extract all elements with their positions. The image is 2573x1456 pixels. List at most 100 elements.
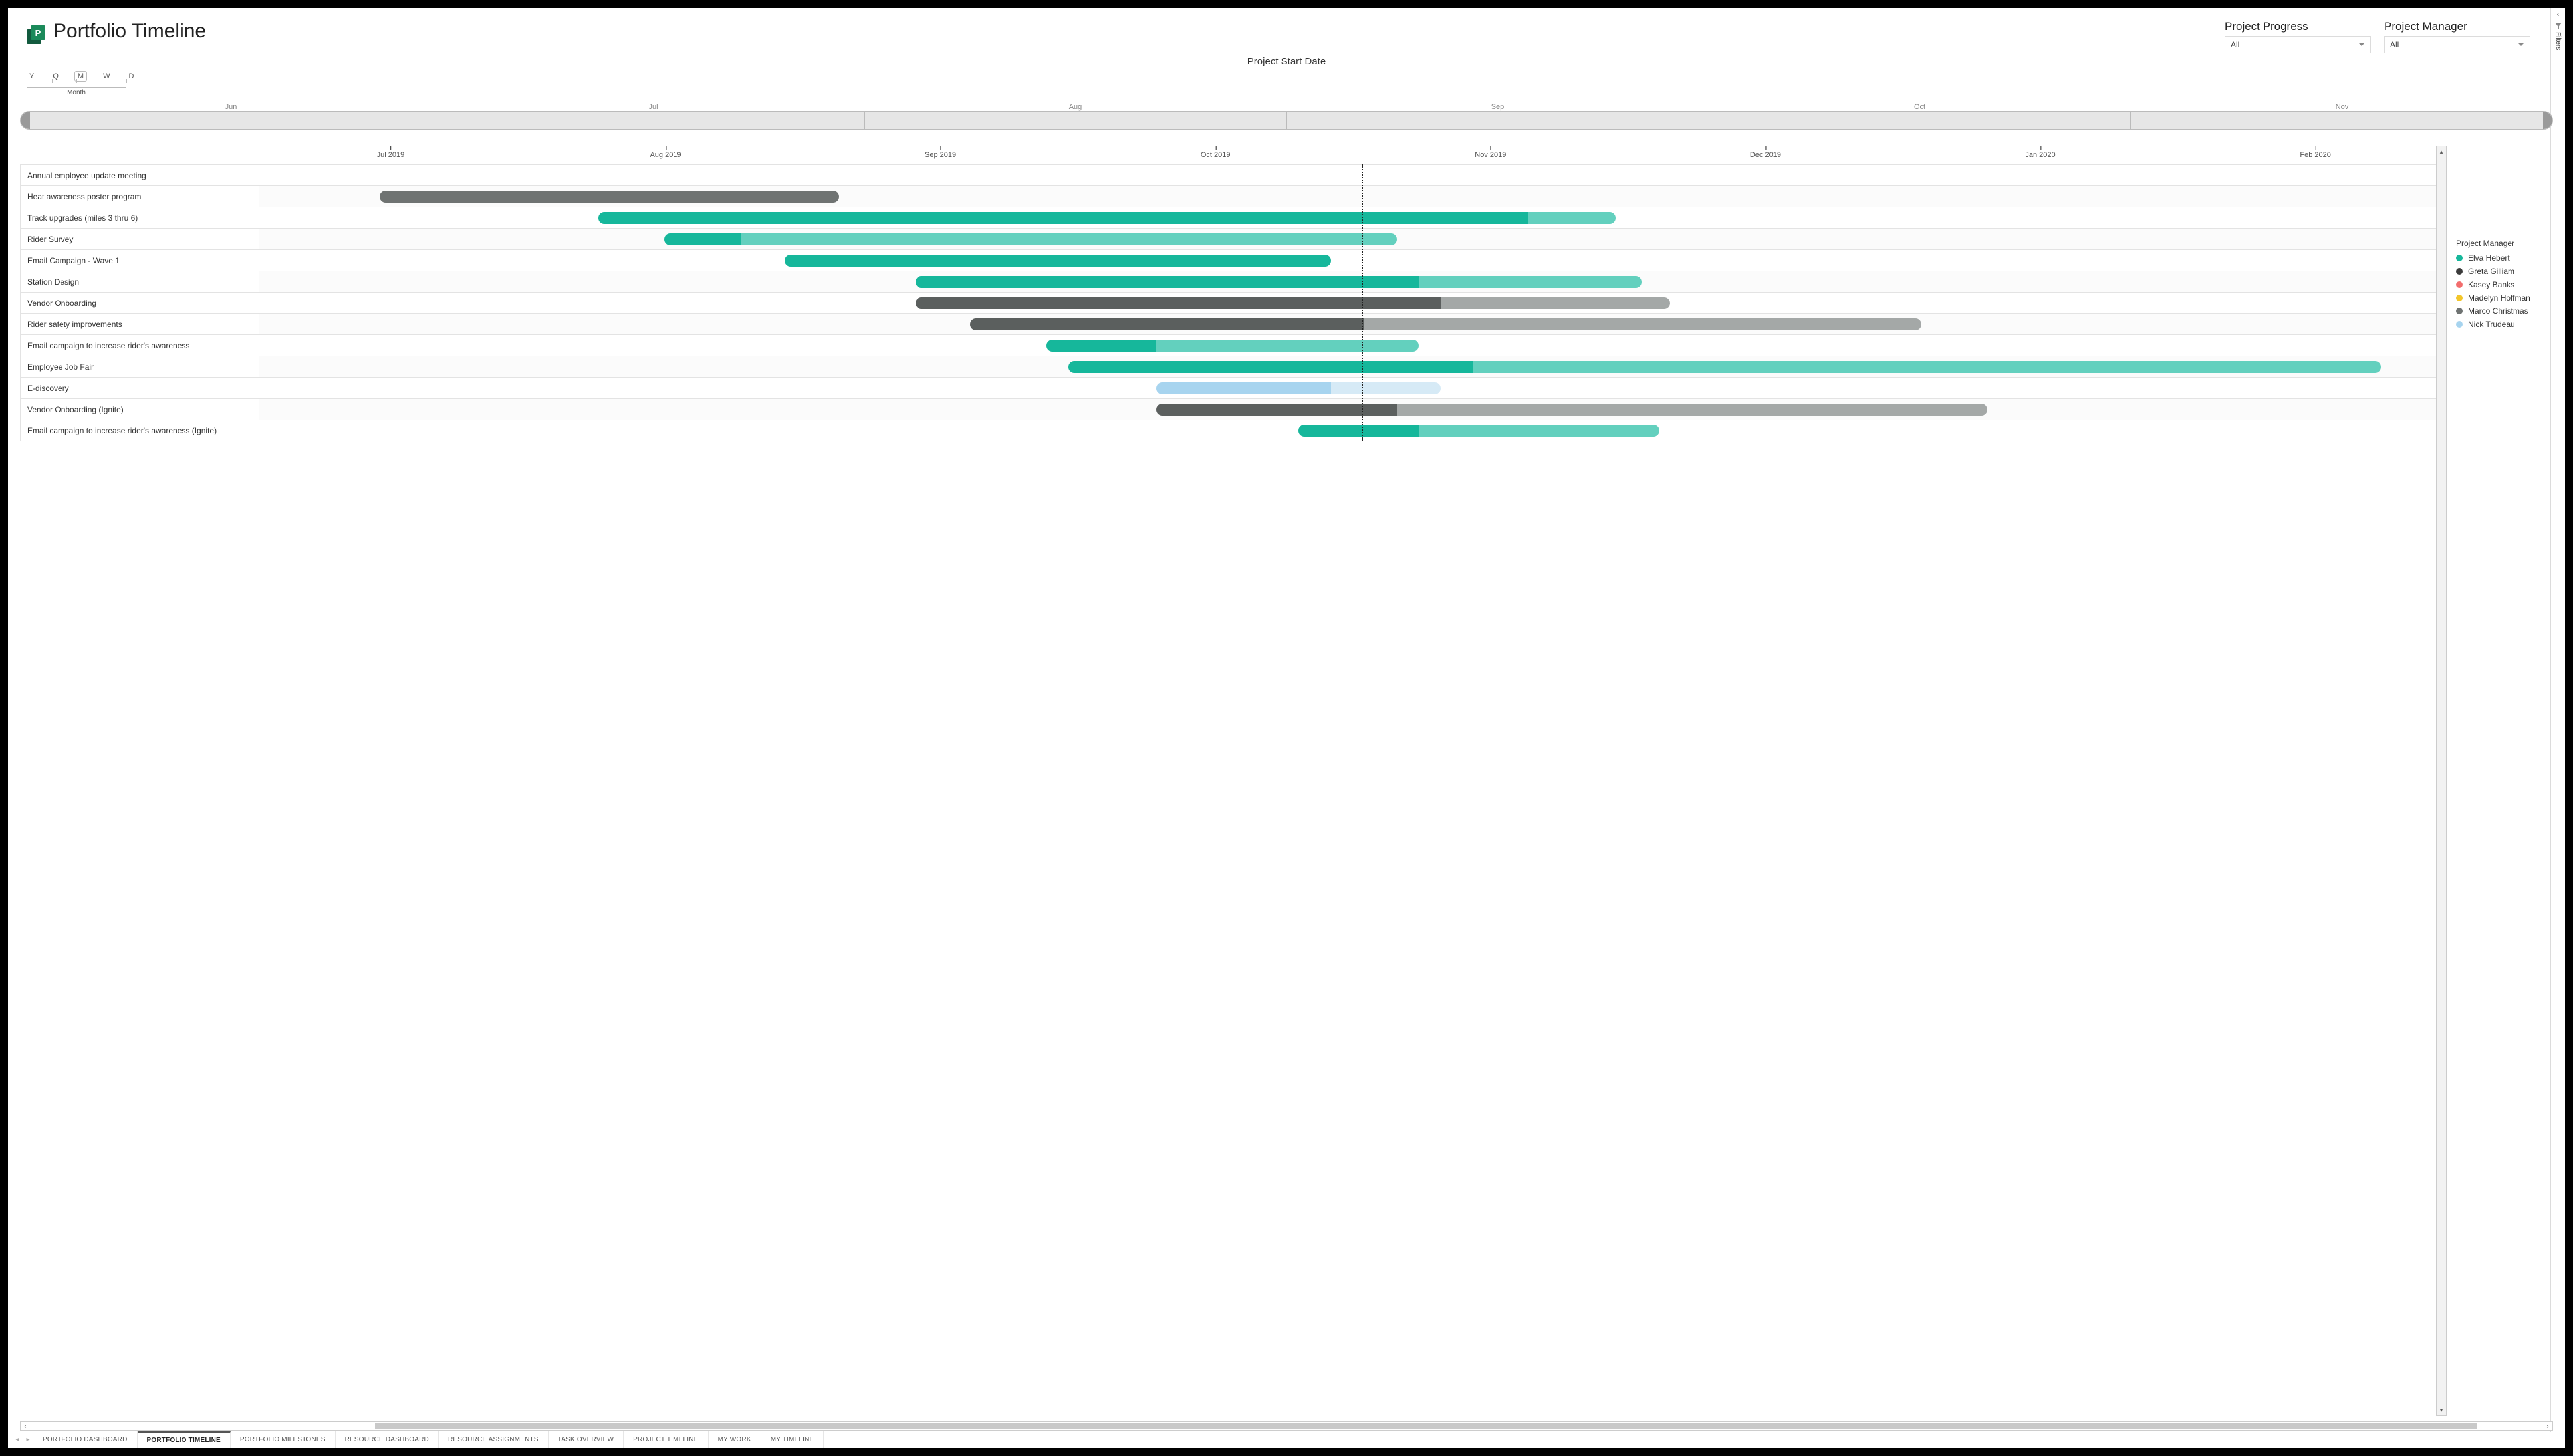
gantt-bar[interactable] bbox=[598, 212, 1616, 224]
page-tab[interactable]: PORTFOLIO TIMELINE bbox=[138, 1431, 231, 1448]
gantt-row-label: Station Design bbox=[21, 271, 259, 292]
overview-timeline[interactable]: JunJulAugSepOctNov bbox=[20, 103, 2553, 130]
scroll-down-icon[interactable]: ▾ bbox=[2437, 1405, 2446, 1415]
legend-item[interactable]: Nick Trudeau bbox=[2456, 320, 2553, 329]
overview-month-label: Jun bbox=[20, 103, 442, 111]
scroll-right-icon[interactable]: › bbox=[2543, 1422, 2552, 1430]
legend-swatch-icon bbox=[2456, 281, 2463, 288]
axis-tick: Nov 2019 bbox=[1475, 146, 1506, 159]
legend-swatch-icon bbox=[2456, 268, 2463, 275]
legend-label: Nick Trudeau bbox=[2468, 320, 2515, 329]
granularity-option-d[interactable]: D bbox=[126, 72, 136, 81]
page-title: Portfolio Timeline bbox=[53, 20, 206, 43]
gantt-bar[interactable] bbox=[970, 318, 1921, 330]
filter-manager-label: Project Manager bbox=[2384, 20, 2530, 33]
axis-tick: Jul 2019 bbox=[377, 146, 405, 159]
overview-month-label: Aug bbox=[864, 103, 1286, 111]
legend-item[interactable]: Kasey Banks bbox=[2456, 280, 2553, 289]
gantt-row-label: Heat awareness poster program bbox=[21, 185, 259, 207]
gantt-bar[interactable] bbox=[785, 255, 1332, 267]
scroll-up-icon[interactable]: ▴ bbox=[2437, 146, 2446, 157]
legend-item[interactable]: Marco Christmas bbox=[2456, 306, 2553, 316]
granularity-option-w[interactable]: W bbox=[100, 72, 112, 81]
vertical-scrollbar[interactable]: ▴ ▾ bbox=[2436, 146, 2447, 1416]
page-tabs: ◂ ▸ PORTFOLIO DASHBOARDPORTFOLIO TIMELIN… bbox=[8, 1431, 2565, 1448]
page-tab[interactable]: TASK OVERVIEW bbox=[549, 1431, 624, 1448]
page-tab[interactable]: RESOURCE ASSIGNMENTS bbox=[439, 1431, 549, 1448]
gantt-row bbox=[259, 249, 2447, 271]
gantt-row-label: Track upgrades (miles 3 thru 6) bbox=[21, 207, 259, 228]
gantt-row bbox=[259, 292, 2447, 313]
gantt-row-label: Email campaign to increase rider's aware… bbox=[21, 334, 259, 356]
scroll-left-icon[interactable]: ‹ bbox=[21, 1422, 30, 1430]
legend-swatch-icon bbox=[2456, 321, 2463, 328]
page-tab[interactable]: MY TIMELINE bbox=[761, 1431, 824, 1448]
axis-tick: Dec 2019 bbox=[1750, 146, 1781, 159]
legend-label: Greta Gilliam bbox=[2468, 267, 2514, 276]
granularity-selector[interactable]: YQMWD Month bbox=[27, 71, 2565, 96]
axis-tick: Oct 2019 bbox=[1201, 146, 1231, 159]
gantt-row bbox=[259, 313, 2447, 334]
gantt-row-label: Annual employee update meeting bbox=[21, 164, 259, 185]
overview-month-label: Nov bbox=[2131, 103, 2553, 111]
today-marker bbox=[1362, 164, 1363, 441]
legend-item[interactable]: Elva Hebert bbox=[2456, 253, 2553, 263]
legend: Project Manager Elva HebertGreta Gilliam… bbox=[2447, 146, 2553, 1416]
page-tab[interactable]: PROJECT TIMELINE bbox=[624, 1431, 708, 1448]
filter-progress-dropdown[interactable]: All bbox=[2225, 36, 2371, 53]
filters-pane-collapsed[interactable]: ‹ Filters bbox=[2550, 8, 2565, 1432]
page-tab[interactable]: MY WORK bbox=[709, 1431, 761, 1448]
gantt-bar[interactable] bbox=[664, 233, 1397, 245]
gantt-row bbox=[259, 377, 2447, 398]
overview-handle-left[interactable] bbox=[21, 112, 30, 129]
gantt-row-label: Rider safety improvements bbox=[21, 313, 259, 334]
gantt-row bbox=[259, 356, 2447, 377]
gantt-row-label: E-discovery bbox=[21, 377, 259, 398]
legend-label: Elva Hebert bbox=[2468, 253, 2510, 263]
gantt-row bbox=[259, 228, 2447, 249]
gantt-row-label: Email Campaign - Wave 1 bbox=[21, 249, 259, 271]
page-tab[interactable]: RESOURCE DASHBOARD bbox=[336, 1431, 439, 1448]
header-filters: Project Progress All Project Manager All bbox=[2225, 20, 2546, 53]
axis-tick: Aug 2019 bbox=[650, 146, 681, 159]
gantt-bar[interactable] bbox=[1298, 425, 1659, 437]
gantt-bar[interactable] bbox=[1156, 382, 1441, 394]
scrollbar-thumb[interactable] bbox=[375, 1423, 2477, 1429]
legend-item[interactable]: Greta Gilliam bbox=[2456, 267, 2553, 276]
overview-month-label: Sep bbox=[1286, 103, 1709, 111]
legend-swatch-icon bbox=[2456, 308, 2463, 314]
gantt-row bbox=[259, 398, 2447, 420]
gantt-chart: Annual employee update meetingHeat aware… bbox=[20, 146, 2553, 1416]
chevron-down-icon bbox=[2518, 41, 2524, 48]
app-logo-icon: P bbox=[27, 25, 45, 44]
gantt-row bbox=[259, 420, 2447, 441]
page-tab[interactable]: PORTFOLIO DASHBOARD bbox=[33, 1431, 138, 1448]
page-tab[interactable]: PORTFOLIO MILESTONES bbox=[231, 1431, 336, 1448]
gantt-plot-area[interactable]: Jul 2019Aug 2019Sep 2019Oct 2019Nov 2019… bbox=[259, 146, 2447, 1416]
axis-tick: Jan 2020 bbox=[2025, 146, 2055, 159]
gantt-row-headers: Annual employee update meetingHeat aware… bbox=[20, 146, 259, 1416]
header: P Portfolio Timeline Project Progress Al… bbox=[8, 8, 2565, 53]
gantt-row-label: Rider Survey bbox=[21, 228, 259, 249]
legend-label: Kasey Banks bbox=[2468, 280, 2514, 289]
funnel-icon bbox=[2555, 23, 2562, 29]
legend-item[interactable]: Madelyn Hoffman bbox=[2456, 293, 2553, 303]
filter-progress-value: All bbox=[2231, 40, 2239, 49]
horizontal-scrollbar[interactable]: ‹ › bbox=[20, 1421, 2553, 1431]
gantt-row bbox=[259, 185, 2447, 207]
tab-nav-next[interactable]: ▸ bbox=[23, 1431, 33, 1448]
granularity-option-y[interactable]: Y bbox=[27, 72, 37, 81]
filter-manager-dropdown[interactable]: All bbox=[2384, 36, 2530, 53]
chevron-down-icon bbox=[2358, 41, 2365, 48]
legend-label: Marco Christmas bbox=[2468, 306, 2528, 316]
gantt-bar[interactable] bbox=[380, 191, 839, 203]
gantt-bar[interactable] bbox=[1156, 404, 1987, 416]
gantt-bar[interactable] bbox=[916, 276, 1642, 288]
gantt-row bbox=[259, 334, 2447, 356]
filter-manager-value: All bbox=[2390, 40, 2399, 49]
tab-nav-prev[interactable]: ◂ bbox=[12, 1431, 23, 1448]
gantt-bar[interactable] bbox=[1068, 361, 2381, 373]
legend-swatch-icon bbox=[2456, 255, 2463, 261]
overview-month-label: Jul bbox=[442, 103, 864, 111]
gantt-bar[interactable] bbox=[916, 297, 1670, 309]
